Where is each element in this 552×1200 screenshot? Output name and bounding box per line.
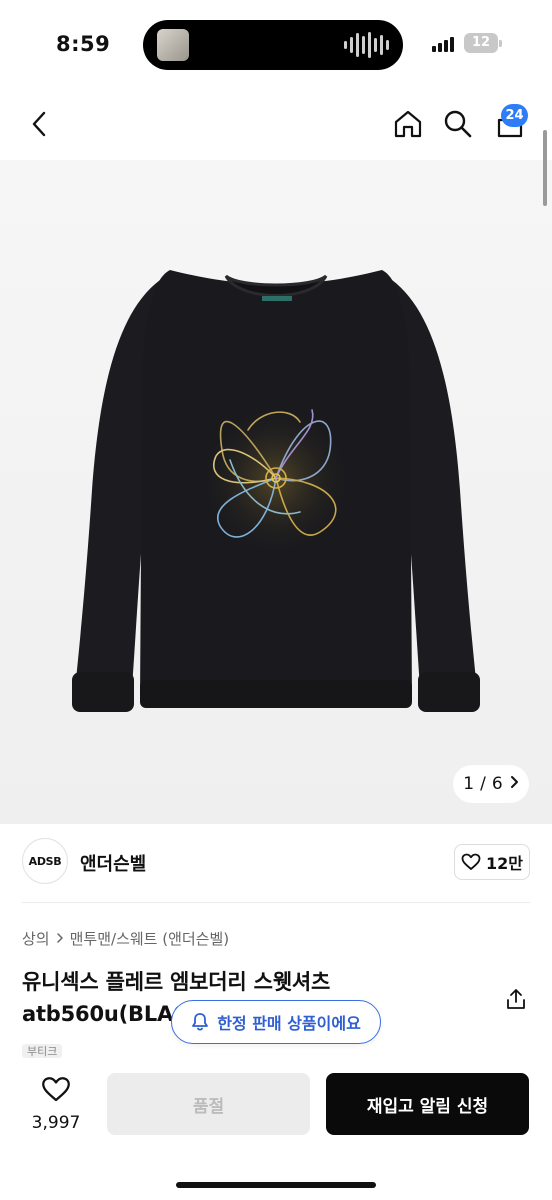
chevron-right-icon [56, 930, 64, 948]
image-pager[interactable]: 1 / 6 [453, 765, 529, 803]
brand-name[interactable]: 앤더슨벨 [80, 850, 146, 876]
status-bar: 8:59 12 [0, 0, 552, 90]
breadcrumb-item[interactable]: 맨투맨/스웨트 (앤더슨벨) [70, 928, 230, 949]
bell-icon [192, 1013, 209, 1031]
now-playing-thumbnail [157, 29, 189, 61]
home-indicator[interactable] [176, 1182, 376, 1188]
limited-sale-text: 한정 판매 상품이에요 [217, 1014, 361, 1033]
search-icon[interactable] [440, 106, 476, 142]
brand-like-count: 12만 [486, 854, 523, 873]
pager-total: 6 [491, 774, 503, 794]
battery-nub [499, 40, 502, 47]
battery-indicator: 12 [464, 33, 498, 53]
heart-outline-icon [461, 853, 481, 870]
cellular-signal-icon [432, 36, 454, 52]
bottom-action-bar: 3,997 품절 재입고 알림 신청 [0, 1058, 552, 1200]
share-icon[interactable] [502, 985, 530, 1013]
status-time: 8:59 [56, 32, 111, 56]
page-scrollbar[interactable] [543, 130, 547, 206]
brand-logo[interactable]: ADSB [22, 838, 68, 884]
audio-waveform-icon [344, 32, 389, 58]
pager-separator: / [480, 774, 486, 794]
restock-alert-button[interactable]: 재입고 알림 신청 [326, 1073, 529, 1135]
wish-count: 3,997 [31, 1113, 81, 1133]
product-image-carousel[interactable] [0, 160, 552, 824]
limited-sale-notice: 한정 판매 상품이에요 [171, 1000, 381, 1044]
wish-button[interactable]: 3,997 [26, 1076, 86, 1133]
breadcrumb: 상의 맨투맨/스웨트 (앤더슨벨) [22, 928, 229, 949]
dynamic-island[interactable] [143, 20, 403, 70]
app-header [0, 90, 552, 160]
brand-row[interactable]: ADSB 앤더슨벨 12만 [22, 838, 530, 890]
pager-current: 1 [463, 774, 475, 794]
divider [22, 902, 530, 903]
home-icon[interactable] [390, 106, 426, 142]
chevron-left-icon[interactable] [22, 106, 58, 142]
soldout-button: 품절 [107, 1073, 310, 1135]
sweatshirt-product-image [72, 270, 480, 712]
cart-count-badge: 24 [501, 104, 528, 127]
chevron-right-icon [509, 774, 519, 794]
breadcrumb-item[interactable]: 상의 [22, 928, 50, 949]
brand-like-button[interactable]: 12만 [454, 844, 530, 880]
boutique-badge: 부티크 [22, 1044, 63, 1058]
heart-outline-icon [42, 1077, 70, 1102]
